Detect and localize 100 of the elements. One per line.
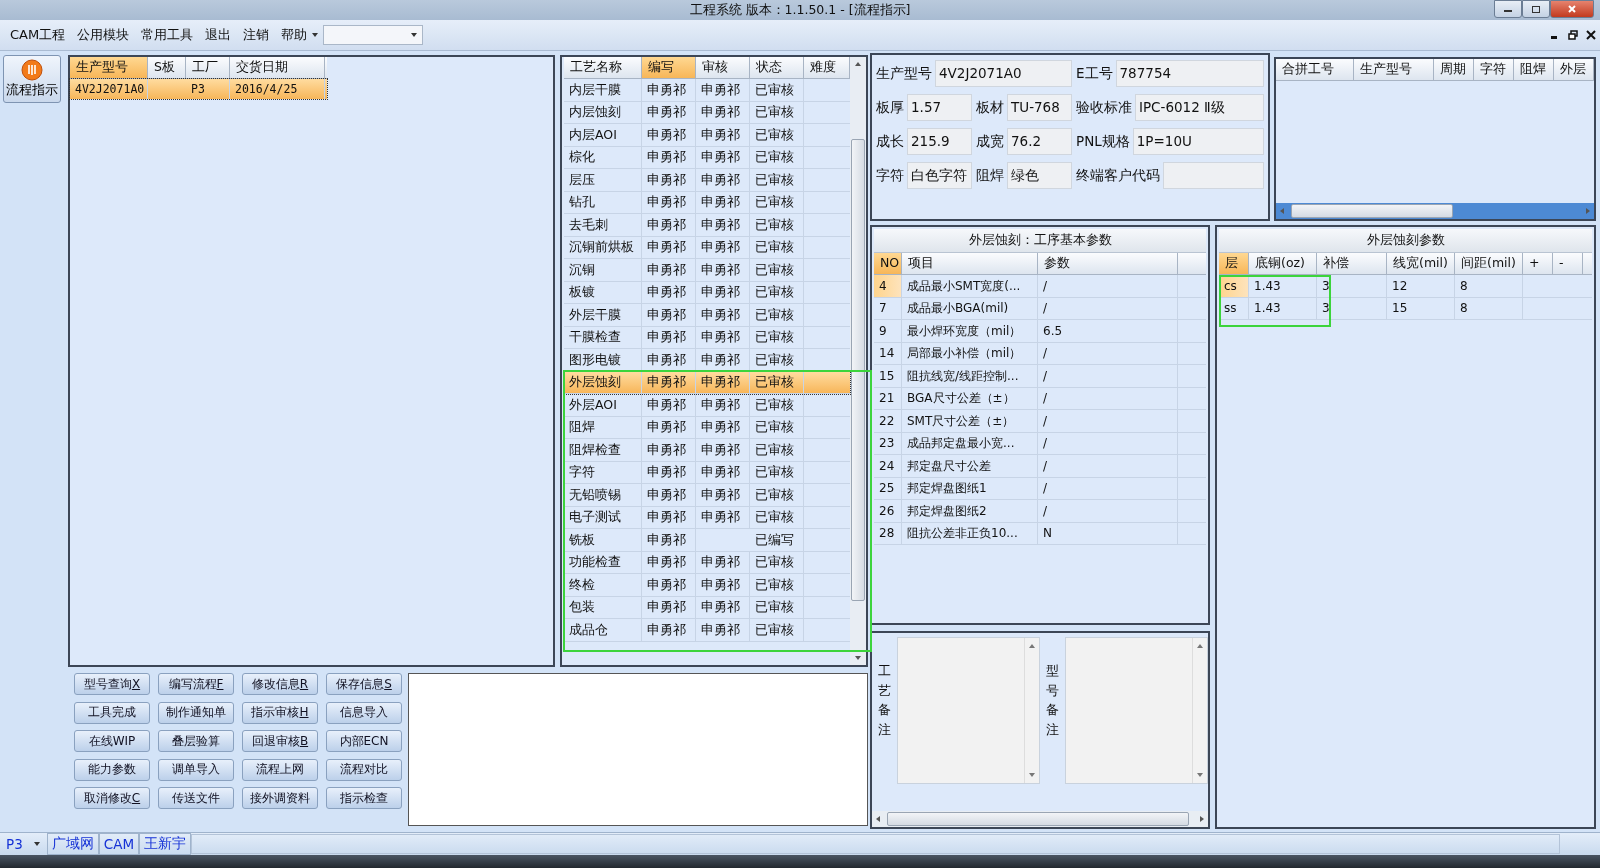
process-row[interactable]: 沉铜前烘板 申勇祁 申勇祁 已审核 (564, 236, 850, 259)
action-button[interactable]: 接外调资料 (242, 787, 318, 809)
dropdown-field[interactable] (323, 25, 424, 45)
column-header[interactable]: 合拼工号 (1276, 59, 1354, 80)
process-row[interactable]: 层压 申勇祁 申勇祁 已审核 (564, 169, 850, 192)
input-field[interactable]: 4V2J2071A0 (935, 60, 1072, 87)
action-button[interactable]: 编写流程F (158, 673, 234, 695)
column-header[interactable]: 周期 (1434, 59, 1474, 80)
parameter-row[interactable]: 9 最小焊环宽度（mil） 6.5 (874, 320, 1206, 343)
input-field[interactable]: 1P=10U (1132, 128, 1264, 155)
parameter-row[interactable]: 7 成品最小BGA(mil) / (874, 297, 1206, 320)
input-field[interactable]: 215.9 (907, 128, 972, 155)
status-tab[interactable]: 广域网 (46, 833, 99, 855)
horizontal-scrollbar[interactable] (872, 811, 1208, 827)
close-button[interactable] (1550, 0, 1594, 18)
parameter-row[interactable]: 28 阻抗公差非正负10... N (874, 522, 1206, 545)
parameter-row[interactable]: 25 邦定焊盘图纸1 / (874, 477, 1206, 500)
action-button[interactable]: 指示检查 (326, 787, 402, 809)
column-header[interactable]: 生产型号 (1354, 59, 1434, 80)
input-field[interactable]: IPC-6012 Ⅱ级 (1135, 94, 1264, 121)
process-row[interactable]: 内层蚀刻 申勇祁 申勇祁 已审核 (564, 101, 850, 124)
parameter-row[interactable]: 14 局部最小补偿（mil） / (874, 342, 1206, 365)
process-row[interactable]: 沉铜 申勇祁 申勇祁 已审核 (564, 259, 850, 282)
input-field[interactable]: 绿色 (1007, 162, 1072, 189)
input-field[interactable]: TU-768 (1007, 94, 1072, 121)
process-row[interactable]: 阻焊 申勇祁 申勇祁 已审核 (564, 416, 850, 439)
action-button[interactable]: 调单导入 (158, 758, 234, 781)
column-header[interactable]: 补偿 (1317, 253, 1387, 274)
input-field[interactable]: 787754 (1115, 60, 1264, 87)
action-button[interactable]: 能力参数 (74, 758, 150, 781)
process-row[interactable]: 铣板 申勇祁 已编写 (564, 529, 850, 552)
minimize-button[interactable] (1494, 0, 1522, 18)
right-arrow-icon[interactable] (1199, 815, 1205, 823)
column-header[interactable]: 字符 (1474, 59, 1514, 80)
column-header[interactable]: 编写 (642, 57, 696, 78)
process-row[interactable]: 去毛刺 申勇祁 申勇祁 已审核 (564, 214, 850, 237)
column-header[interactable]: 生产型号 (70, 57, 148, 78)
process-row[interactable]: 阻焊检查 申勇祁 申勇祁 已审核 (564, 439, 850, 462)
process-row[interactable]: 板镀 申勇祁 申勇祁 已审核 (564, 281, 850, 304)
column-header[interactable]: 状态 (750, 57, 804, 78)
column-header[interactable]: 参数 (1038, 253, 1178, 274)
process-row[interactable]: 外层AOI 申勇祁 申勇祁 已审核 (564, 394, 850, 417)
menu-item[interactable]: 公用模块 (71, 24, 136, 46)
parameter-row[interactable]: 26 邦定焊盘图纸2 / (874, 500, 1206, 523)
parameter-row[interactable]: 24 邦定盘尺寸公差 / (874, 455, 1206, 478)
action-button[interactable]: 流程对比 (326, 758, 402, 781)
process-row[interactable]: 棕化 申勇祁 申勇祁 已审核 (564, 146, 850, 169)
process-row[interactable]: 外层干膜 申勇祁 申勇祁 已审核 (564, 304, 850, 327)
action-button[interactable]: 回退审核B (242, 730, 318, 752)
column-header[interactable]: 阻焊 (1514, 59, 1554, 80)
action-button[interactable]: 制作通知单 (158, 701, 234, 724)
parameter-row[interactable]: 23 成品邦定盘最小宽... / (874, 432, 1206, 455)
process-row[interactable]: 内层AOI 申勇祁 申勇祁 已审核 (564, 124, 850, 147)
parameter-row[interactable]: 22 SMT尺寸公差（±） / (874, 410, 1206, 433)
menu-item[interactable]: 退出 (199, 24, 238, 46)
flow-button[interactable]: 流程指示 (3, 55, 61, 103)
caret-icon[interactable] (311, 32, 320, 38)
column-header[interactable]: 间距(mil) (1455, 253, 1523, 274)
column-header[interactable]: 项目 (902, 253, 1038, 274)
column-header[interactable]: 审核 (696, 57, 750, 78)
factory-dropdown[interactable]: P3 (0, 833, 47, 855)
process-row[interactable]: 字符 申勇祁 申勇祁 已审核 (564, 461, 850, 484)
parameter-row[interactable]: 4 成品最小SMT宽度(... / (874, 275, 1206, 298)
status-tab[interactable]: CAM (98, 833, 140, 855)
vertical-scrollbar[interactable] (850, 57, 866, 665)
order-row[interactable]: 4V2J2071A0 P3 2016/4/25 (70, 79, 327, 99)
close-icon[interactable] (1586, 30, 1596, 40)
down-arrow-icon[interactable] (1196, 772, 1204, 778)
status-tab[interactable]: 王新宇 (139, 833, 192, 855)
action-button[interactable]: 传送文件 (158, 787, 234, 809)
etching-row[interactable]: cs 1.43 3 12 8 (1219, 275, 1592, 298)
process-row[interactable]: 包装 申勇祁 申勇祁 已审核 (564, 596, 850, 619)
column-header[interactable]: 线宽(mil) (1387, 253, 1455, 274)
menu-item[interactable]: 注销 (237, 24, 276, 46)
action-button[interactable]: 流程上网 (242, 758, 318, 781)
menu-item[interactable]: 帮助 (275, 24, 314, 46)
up-arrow-icon[interactable] (1028, 643, 1036, 649)
action-button[interactable]: 取消修改C (74, 787, 150, 809)
parameter-row[interactable]: 21 BGA尺寸公差（±） / (874, 387, 1206, 410)
action-button[interactable]: 在线WIP (74, 730, 150, 752)
input-field[interactable]: 1.57 (907, 94, 972, 121)
process-row[interactable]: 外层蚀刻 申勇祁 申勇祁 已审核 (564, 371, 850, 394)
down-arrow-icon[interactable] (854, 655, 862, 661)
process-row[interactable]: 无铅喷锡 申勇祁 申勇祁 已审核 (564, 484, 850, 507)
restore-icon[interactable] (1568, 30, 1578, 40)
column-header[interactable]: + (1523, 253, 1553, 274)
action-button[interactable]: 修改信息R (242, 673, 318, 695)
action-button[interactable]: 叠层验算 (158, 730, 234, 752)
input-field[interactable]: 76.2 (1007, 128, 1072, 155)
process-row[interactable]: 成品仓 申勇祁 申勇祁 已审核 (564, 619, 850, 642)
column-header[interactable]: NO (874, 253, 902, 274)
column-header[interactable]: 外层 (1554, 59, 1594, 80)
process-row[interactable]: 钻孔 申勇祁 申勇祁 已审核 (564, 191, 850, 214)
action-button[interactable]: 指示审核H (242, 701, 318, 724)
action-button[interactable]: 工具完成 (74, 701, 150, 724)
action-button[interactable]: 信息导入 (326, 701, 402, 724)
action-button[interactable]: 保存信息S (326, 673, 402, 695)
process-row[interactable]: 终检 申勇祁 申勇祁 已审核 (564, 574, 850, 597)
up-arrow-icon[interactable] (1196, 643, 1204, 649)
menu-item[interactable]: 常用工具 (135, 24, 200, 46)
